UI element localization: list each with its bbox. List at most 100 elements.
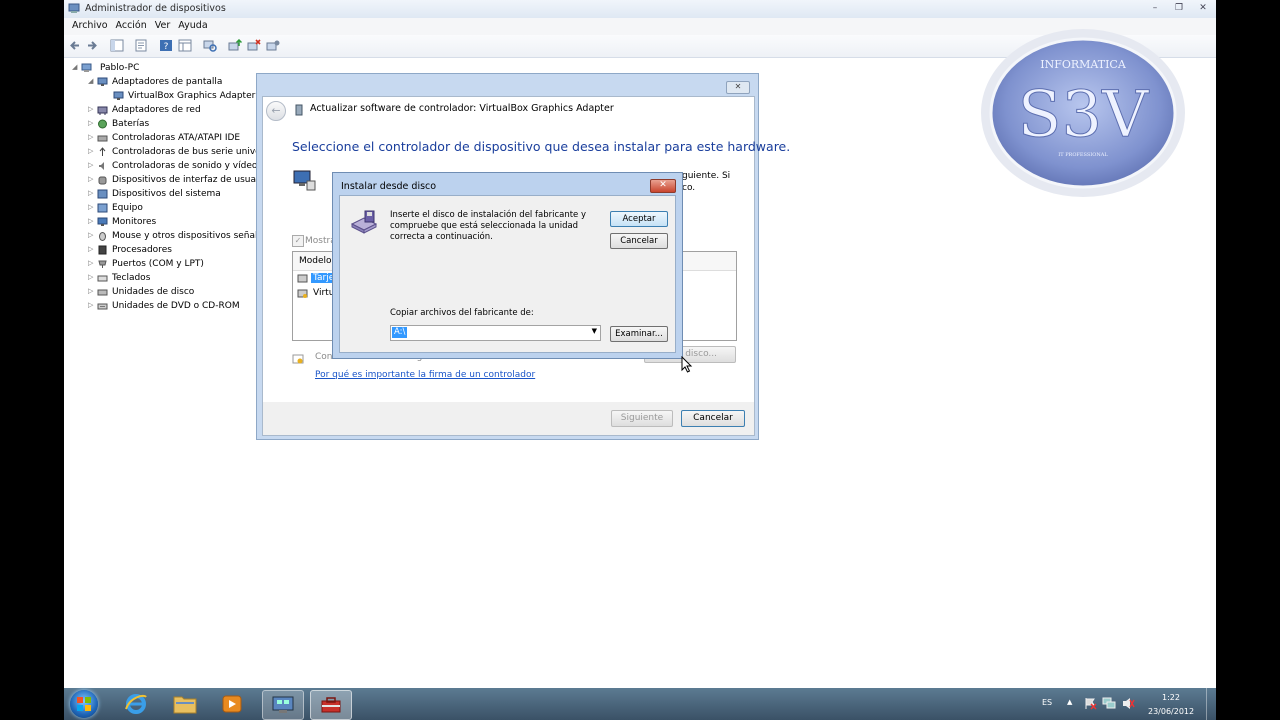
taskbar-media-player[interactable] <box>212 690 252 718</box>
back-arrow-icon[interactable] <box>68 39 82 52</box>
expand-arrow-icon[interactable]: ▷ <box>88 217 93 225</box>
install-from-disk-dialog: Instalar desde disco ✕ Inserte el disco … <box>332 172 683 359</box>
ide-controller-icon <box>97 135 108 142</box>
expand-arrow-icon[interactable]: ▷ <box>88 175 93 183</box>
show-hidden-icons-icon[interactable]: ▲ <box>1067 698 1072 706</box>
view-icon[interactable] <box>178 39 192 52</box>
action-center-flag-icon[interactable] <box>1083 697 1097 710</box>
tree-item-label: Dispositivos del sistema <box>112 189 221 199</box>
next-button[interactable]: Siguiente <box>611 410 673 427</box>
menu-archivo[interactable]: Archivo <box>68 18 112 35</box>
signing-info-link[interactable]: Por qué es importante la firma de un con… <box>315 370 535 380</box>
expand-arrow-icon[interactable]: ▷ <box>88 287 93 295</box>
expand-arrow-icon[interactable]: ▷ <box>88 231 93 239</box>
wizard-cancel-button[interactable]: Cancelar <box>681 410 745 427</box>
signed-driver-icon <box>292 354 304 364</box>
update-driver-icon[interactable] <box>228 39 242 52</box>
tree-item-label: Controladoras de bus serie univer <box>112 147 265 157</box>
maximize-button[interactable]: ❐ <box>1170 2 1188 15</box>
expand-arrow-icon[interactable]: ▷ <box>88 273 93 281</box>
tree-item-label: Unidades de disco <box>112 287 195 297</box>
monitor-icon <box>293 170 316 191</box>
wizard-title: Actualizar software de controlador: Virt… <box>310 103 614 114</box>
tree-item-label: Teclados <box>112 273 151 283</box>
properties-icon[interactable] <box>134 39 148 52</box>
expand-arrow-icon[interactable]: ▷ <box>88 147 93 155</box>
tree-item-label: Adaptadores de pantalla <box>112 77 223 87</box>
speaker-icon <box>99 162 104 170</box>
list-item[interactable]: Tarje <box>296 273 337 286</box>
display-adapter-icon <box>113 91 124 100</box>
menu-ayuda[interactable]: Ayuda <box>174 18 211 35</box>
uninstall-icon[interactable] <box>247 39 261 52</box>
source-path-combobox[interactable]: A:\ ▼ <box>390 325 601 341</box>
volume-icon[interactable] <box>1121 697 1135 710</box>
taskbar-internet-explorer[interactable] <box>116 690 156 718</box>
wizard-close-button[interactable]: ✕ <box>726 81 750 94</box>
wizard-heading: Seleccione el controlador de dispositivo… <box>292 139 791 154</box>
watermark-main-text: S3V <box>1018 78 1151 152</box>
expand-arrow-icon[interactable]: ▷ <box>88 119 93 127</box>
tree-item-label: Equipo <box>112 203 143 213</box>
menu-ver[interactable]: Ver <box>151 18 175 35</box>
display-adapter-icon <box>97 77 108 86</box>
list-item[interactable]: Virtu <box>296 288 336 301</box>
floppy-disk-icon <box>350 210 378 234</box>
dialog-message: Inserte el disco de instalación del fabr… <box>390 210 587 242</box>
collapse-arrow-icon[interactable]: ◢ <box>88 77 93 85</box>
tree-item-label: Baterías <box>112 119 150 129</box>
expand-arrow-icon[interactable]: ▷ <box>88 133 93 141</box>
forward-arrow-icon[interactable] <box>85 39 99 52</box>
expand-arrow-icon[interactable]: ▷ <box>88 245 93 253</box>
expand-arrow-icon[interactable]: ▷ <box>88 259 93 267</box>
expand-arrow-icon[interactable]: ▷ <box>88 301 93 309</box>
taskbar-driver-wizard[interactable] <box>310 690 352 720</box>
keyboard-icon <box>97 275 108 282</box>
taskbar-device-manager[interactable] <box>262 690 304 720</box>
network-icon[interactable] <box>1102 697 1116 710</box>
dialog-body: Inserte el disco de instalación del fabr… <box>339 195 676 353</box>
battery-icon <box>98 119 107 129</box>
expand-arrow-icon[interactable]: ▷ <box>88 189 93 197</box>
clock-date[interactable]: 23/06/2012 <box>1148 707 1194 716</box>
dropdown-arrow-icon[interactable]: ▼ <box>592 327 597 335</box>
show-compatible-checkbox[interactable]: ✓ <box>292 235 304 247</box>
show-desktop-button[interactable] <box>1206 688 1216 720</box>
taskbar-explorer[interactable] <box>165 690 205 718</box>
device-manager-icon <box>272 696 294 713</box>
help-icon[interactable]: ? <box>159 39 173 52</box>
device-icon <box>295 104 303 116</box>
menu-accion[interactable]: Acción <box>112 18 151 35</box>
browse-button[interactable]: Examinar... <box>610 326 668 342</box>
tree-item-label: Unidades de DVD o CD-ROM <box>112 301 240 311</box>
mouse-cursor-icon <box>681 356 693 373</box>
clock-time[interactable]: 1:22 <box>1162 693 1180 702</box>
collapse-arrow-icon[interactable]: ◢ <box>72 63 77 71</box>
taskbar: ES ▲ 1:22 23/06/2012 <box>64 688 1216 720</box>
disable-device-icon[interactable] <box>266 39 280 52</box>
tree-item-label: Procesadores <box>112 245 172 255</box>
expand-arrow-icon[interactable]: ▷ <box>88 105 93 113</box>
show-hide-tree-icon[interactable] <box>110 39 124 52</box>
scan-hardware-icon[interactable] <box>203 39 217 52</box>
dialog-close-button[interactable]: ✕ <box>650 179 676 193</box>
start-button[interactable] <box>70 690 98 718</box>
language-indicator[interactable]: ES <box>1042 698 1052 707</box>
dialog-cancel-button[interactable]: Cancelar <box>610 233 668 249</box>
hid-device-icon <box>98 176 107 185</box>
title-bar[interactable]: Administrador de dispositivos – ❐ ✕ <box>64 0 1216 19</box>
copy-from-label: Copiar archivos del fabricante de: <box>390 308 534 318</box>
minimize-button[interactable]: – <box>1146 2 1164 15</box>
tree-item-label: Controladoras de sonido y vídeo y <box>112 161 266 171</box>
tree-root-label: Pablo-PC <box>100 63 140 73</box>
back-arrow-icon[interactable]: ← <box>266 101 286 121</box>
accept-button[interactable]: Aceptar <box>610 211 668 227</box>
tree-item-label: VirtualBox Graphics Adapter <box>128 91 256 101</box>
expand-arrow-icon[interactable]: ▷ <box>88 203 93 211</box>
expand-arrow-icon[interactable]: ▷ <box>88 161 93 169</box>
close-button[interactable]: ✕ <box>1194 2 1212 15</box>
internet-explorer-icon <box>125 694 147 714</box>
windows-logo-icon <box>77 697 91 711</box>
system-device-icon <box>97 189 108 199</box>
usb-icon <box>99 147 106 156</box>
